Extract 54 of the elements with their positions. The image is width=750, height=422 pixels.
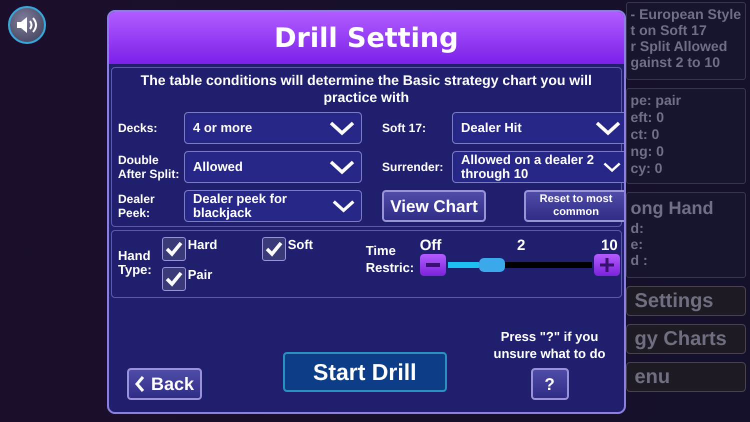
checkbox[interactable]: Hard bbox=[162, 237, 262, 261]
stat-text: cy: 0 bbox=[630, 160, 664, 177]
start-drill-button[interactable]: Start Drill bbox=[282, 352, 447, 392]
slider-max-label: 10 bbox=[601, 237, 618, 254]
slider-thumb[interactable] bbox=[479, 258, 506, 272]
dialog-title: Drill Setting bbox=[109, 12, 624, 64]
stat-text: eft: 0 bbox=[630, 109, 665, 126]
rule-text: - European Style bbox=[630, 6, 741, 22]
setting-label: Surrender: bbox=[382, 160, 444, 174]
intro-text: The table conditions will determine the Basic strategy chart you will practice with bbox=[140, 72, 593, 106]
rule-text: t on Soft 17 bbox=[630, 22, 708, 38]
panel-line: d : bbox=[630, 252, 649, 268]
chevron-down-icon bbox=[329, 159, 356, 175]
checkbox[interactable]: Pair bbox=[162, 267, 262, 291]
rule-text: gainst 2 to 10 bbox=[630, 54, 721, 70]
dropdown[interactable]: Dealer Hit bbox=[452, 112, 624, 144]
chevron-down-icon bbox=[595, 120, 622, 136]
dropdown[interactable]: Allowed bbox=[184, 151, 362, 183]
speaker-icon bbox=[16, 16, 38, 34]
panel-line: e: bbox=[630, 236, 644, 252]
checkbox[interactable]: Soft bbox=[262, 237, 342, 261]
chevron-down-icon bbox=[329, 120, 356, 136]
setting-label: Soft 17: bbox=[382, 121, 428, 135]
help-button[interactable]: ? bbox=[530, 368, 569, 400]
time-label: Time Restric: bbox=[366, 242, 416, 276]
dropdown[interactable]: 4 or more bbox=[184, 112, 362, 144]
plus-button[interactable] bbox=[594, 254, 620, 276]
checkmark-icon bbox=[264, 241, 283, 257]
panel-line: d: bbox=[630, 220, 645, 236]
hand-type-label: Hand Type: bbox=[118, 249, 152, 277]
plus-icon bbox=[600, 258, 614, 272]
stat-text: ng: 0 bbox=[630, 143, 665, 160]
setting-label: Double After Split: bbox=[118, 153, 180, 181]
dropdown[interactable]: Dealer peek for blackjack bbox=[184, 190, 362, 222]
back-button[interactable]: Back bbox=[127, 368, 202, 400]
stat-text: ct: 0 bbox=[630, 126, 660, 143]
help-text: Press "?" if you unsure what to do bbox=[492, 328, 606, 362]
checkmark-icon bbox=[164, 271, 183, 287]
chevron-down-icon bbox=[332, 198, 356, 214]
panel-title: ong Hand bbox=[630, 197, 715, 220]
setting-label: Decks: bbox=[118, 121, 158, 135]
slider-value-label: 2 bbox=[517, 237, 526, 254]
minus-button[interactable] bbox=[420, 254, 446, 276]
slider-min-label: Off bbox=[420, 237, 442, 254]
chevron-left-icon bbox=[135, 375, 146, 393]
reset-button[interactable]: Reset to most common bbox=[524, 190, 624, 222]
stat-text: pe: pair bbox=[630, 92, 682, 109]
view-chart-button[interactable]: View Chart bbox=[382, 190, 486, 222]
checkmark-icon bbox=[164, 241, 183, 257]
minus-icon bbox=[426, 263, 440, 267]
rule-text: r Split Allowed bbox=[630, 38, 728, 54]
sound-button[interactable] bbox=[8, 6, 46, 44]
setting-label: Dealer Peek: bbox=[118, 192, 156, 220]
dropdown[interactable]: Allowed on a dealer 2 through 10 bbox=[452, 151, 624, 183]
